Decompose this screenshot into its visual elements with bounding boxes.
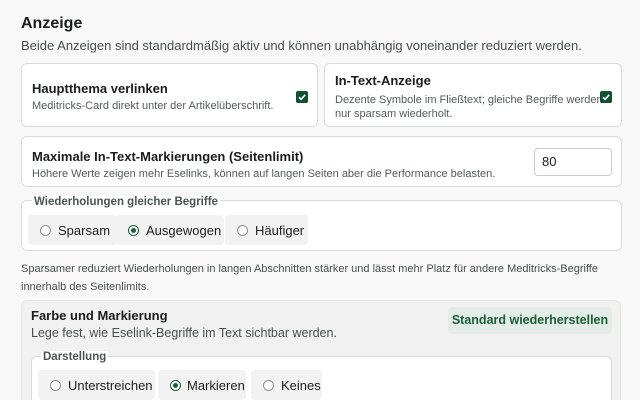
display-option-underline[interactable]: Unterstreichen [38, 370, 155, 400]
repetitions-legend: Wiederholungen gleicher Begriffe [32, 196, 220, 208]
repetition-option-ausgewogen[interactable]: Ausgewogen [116, 215, 224, 245]
option-label: Markieren [187, 378, 245, 393]
color-title: Farbe und Markierung [31, 308, 168, 323]
in-text-title: In-Text-Anzeige [335, 73, 431, 88]
repetition-option-haeufiger[interactable]: Häufiger [225, 215, 308, 245]
option-label: Unterstreichen [68, 378, 153, 393]
display-option-highlight[interactable]: Markieren [158, 370, 246, 400]
section-subtitle: Beide Anzeigen sind standardmäßig aktiv … [21, 38, 582, 53]
color-desc: Lege fest, wie Eselink-Begriffe im Text … [31, 326, 337, 340]
in-text-checkbox[interactable] [600, 91, 612, 103]
option-label: Keines [281, 378, 321, 393]
main-topic-checkbox[interactable] [296, 91, 308, 103]
repetitions-note: Sparsamer reduziert Wiederholungen in la… [21, 263, 598, 293]
section-title: Anzeige [21, 15, 83, 32]
max-marks-card: Maximale In-Text-Markierungen (Seitenlim… [21, 136, 622, 187]
repetition-option-sparsam[interactable]: Sparsam [28, 215, 118, 245]
main-topic-title: Hauptthema verlinken [32, 81, 168, 96]
radio-highlight[interactable] [170, 380, 181, 391]
display-option-none[interactable]: Keines [251, 370, 322, 400]
restore-defaults-button[interactable]: Standard wiederherstellen [448, 307, 612, 334]
option-label: Ausgewogen [146, 223, 222, 238]
in-text-card[interactable]: In-Text-Anzeige Dezente Symbole im Fließ… [324, 63, 622, 127]
main-topic-desc: Meditricks-Card direkt unter der Artikel… [32, 100, 274, 112]
radio-none[interactable] [263, 380, 274, 391]
in-text-desc-line2: nur sparsam wiederholt. [335, 108, 453, 120]
option-label: Sparsam [58, 223, 111, 238]
main-topic-card[interactable]: Hauptthema verlinken Meditricks-Card dir… [21, 63, 318, 127]
max-marks-desc: Höhere Werte zeigen mehr Eselinks, könne… [32, 168, 496, 180]
max-marks-input[interactable]: 80 [534, 148, 612, 176]
check-icon [298, 94, 306, 101]
check-icon [602, 94, 610, 101]
max-marks-title: Maximale In-Text-Markierungen (Seitenlim… [32, 149, 304, 164]
radio-underline[interactable] [50, 380, 61, 391]
radio-sparsam[interactable] [40, 225, 51, 236]
radio-haeufiger[interactable] [237, 225, 248, 236]
option-label: Häufiger [255, 223, 305, 238]
display-legend: Darstellung [41, 351, 109, 363]
radio-ausgewogen[interactable] [128, 225, 139, 236]
